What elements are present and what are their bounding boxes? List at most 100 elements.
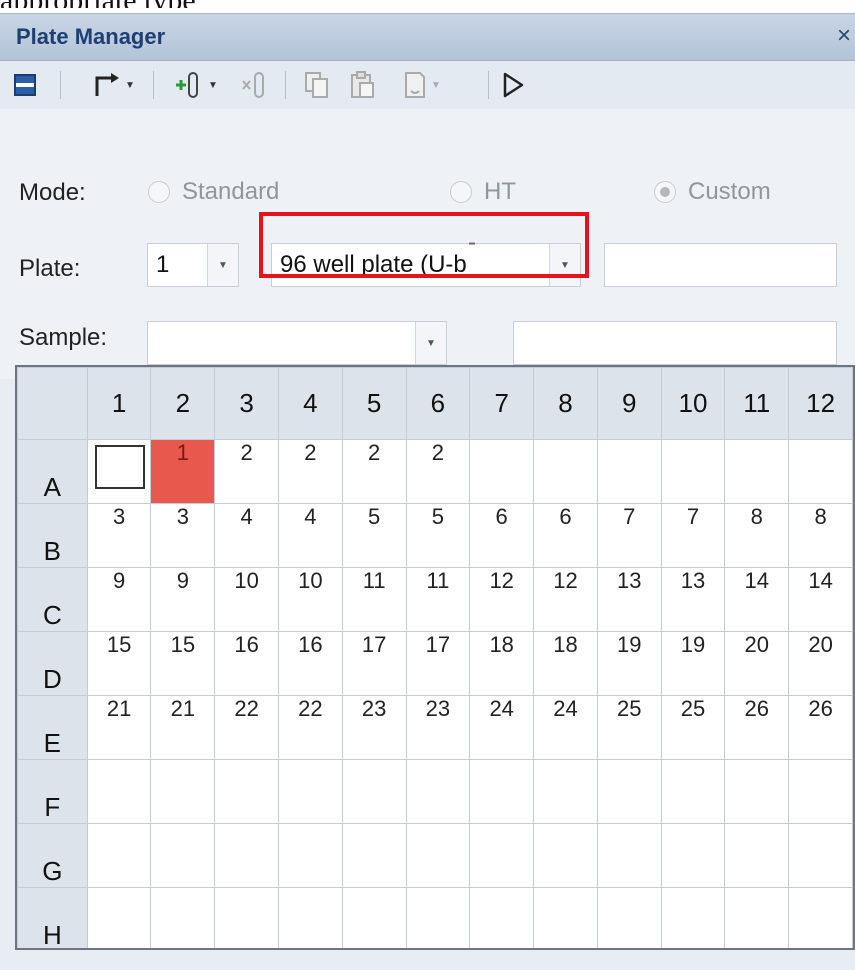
mode-ht-radio[interactable]: HT: [450, 178, 516, 206]
well-f2[interactable]: [150, 759, 216, 824]
row-header-h[interactable]: H: [17, 887, 88, 948]
row-header-a[interactable]: A: [17, 439, 88, 504]
chevron-down-icon[interactable]: ▼: [125, 80, 135, 91]
well-d6[interactable]: 17: [405, 631, 471, 696]
well-g11[interactable]: [724, 823, 790, 888]
well-h6[interactable]: [405, 887, 471, 948]
well-c10[interactable]: 13: [660, 567, 726, 632]
well-d3[interactable]: 16: [214, 631, 279, 696]
well-h3[interactable]: [214, 887, 279, 948]
well-g10[interactable]: [660, 823, 726, 888]
well-a5[interactable]: 2: [341, 439, 407, 504]
well-c1[interactable]: 9: [86, 567, 152, 632]
well-d12[interactable]: 20: [788, 631, 853, 696]
radio-circle[interactable]: [148, 181, 170, 203]
well-d8[interactable]: 18: [533, 631, 598, 696]
add-sample-icon[interactable]: ▼: [164, 69, 228, 101]
row-header-g[interactable]: G: [17, 823, 88, 888]
well-a10[interactable]: [660, 439, 726, 504]
well-d2[interactable]: 15: [150, 631, 216, 696]
well-d7[interactable]: 18: [469, 631, 535, 696]
well-g8[interactable]: [533, 823, 598, 888]
well-d1[interactable]: 15: [86, 631, 152, 696]
copy-icon[interactable]: [300, 69, 334, 101]
well-a9[interactable]: [596, 439, 662, 504]
corner-cell[interactable]: [17, 367, 88, 440]
radio-circle[interactable]: [654, 181, 676, 203]
well-b6[interactable]: 5: [405, 503, 471, 568]
well-g4[interactable]: [278, 823, 343, 888]
well-g12[interactable]: [788, 823, 853, 888]
row-header-b[interactable]: B: [17, 503, 88, 568]
plate-layout-icon[interactable]: [10, 69, 40, 101]
well-g7[interactable]: [469, 823, 535, 888]
well-e7[interactable]: 24: [469, 695, 535, 760]
mode-custom-radio[interactable]: Custom: [654, 178, 771, 206]
well-b11[interactable]: 8: [724, 503, 790, 568]
well-e5[interactable]: 23: [341, 695, 407, 760]
well-f9[interactable]: [596, 759, 662, 824]
well-h10[interactable]: [660, 887, 726, 948]
well-e10[interactable]: 25: [660, 695, 726, 760]
export-arrow-icon[interactable]: ▼: [84, 69, 144, 101]
column-header-9[interactable]: 9: [596, 367, 662, 440]
well-a6[interactable]: 2: [405, 439, 471, 504]
well-e9[interactable]: 25: [596, 695, 662, 760]
column-header-7[interactable]: 7: [469, 367, 535, 440]
chevron-down-icon[interactable]: ▼: [431, 80, 441, 91]
well-e4[interactable]: 22: [278, 695, 343, 760]
well-b1[interactable]: 3: [86, 503, 152, 568]
well-a4[interactable]: 2: [278, 439, 343, 504]
well-b5[interactable]: 5: [341, 503, 407, 568]
well-h1[interactable]: [86, 887, 152, 948]
column-header-2[interactable]: 2: [150, 367, 216, 440]
well-e12[interactable]: 26: [788, 695, 853, 760]
column-header-11[interactable]: 11: [724, 367, 790, 440]
column-header-4[interactable]: 4: [278, 367, 343, 440]
well-e2[interactable]: 21: [150, 695, 216, 760]
dropdown-button[interactable]: ▼: [207, 244, 238, 286]
mode-standard-radio[interactable]: Standard: [148, 178, 279, 206]
column-header-5[interactable]: 5: [341, 367, 407, 440]
row-header-e[interactable]: E: [17, 695, 88, 760]
well-b4[interactable]: 4: [278, 503, 343, 568]
paste-icon[interactable]: [346, 69, 380, 101]
well-d11[interactable]: 20: [724, 631, 790, 696]
well-b3[interactable]: 4: [214, 503, 279, 568]
well-f7[interactable]: [469, 759, 535, 824]
well-h2[interactable]: [150, 887, 216, 948]
column-header-6[interactable]: 6: [405, 367, 471, 440]
well-d10[interactable]: 19: [660, 631, 726, 696]
well-h11[interactable]: [724, 887, 790, 948]
well-f3[interactable]: [214, 759, 279, 824]
column-header-12[interactable]: 12: [788, 367, 853, 440]
well-e8[interactable]: 24: [533, 695, 598, 760]
well-b9[interactable]: 7: [596, 503, 662, 568]
plate-number-select[interactable]: 1 ▼: [147, 243, 239, 287]
well-g2[interactable]: [150, 823, 216, 888]
well-d9[interactable]: 19: [596, 631, 662, 696]
well-g6[interactable]: [405, 823, 471, 888]
well-f6[interactable]: [405, 759, 471, 824]
well-d4[interactable]: 16: [278, 631, 343, 696]
well-a2[interactable]: 1: [150, 439, 216, 504]
well-f4[interactable]: [278, 759, 343, 824]
well-f10[interactable]: [660, 759, 726, 824]
clear-icon[interactable]: ▼: [392, 69, 452, 101]
well-h8[interactable]: [533, 887, 598, 948]
chevron-down-icon[interactable]: ▼: [208, 80, 218, 91]
well-c12[interactable]: 14: [788, 567, 853, 632]
well-g1[interactable]: [86, 823, 152, 888]
remove-sample-icon[interactable]: [238, 69, 272, 101]
well-e3[interactable]: 22: [214, 695, 279, 760]
well-a7[interactable]: [469, 439, 535, 504]
row-header-d[interactable]: D: [17, 631, 88, 696]
well-c3[interactable]: 10: [214, 567, 279, 632]
row-header-f[interactable]: F: [17, 759, 88, 824]
well-h12[interactable]: [788, 887, 853, 948]
well-a3[interactable]: 2: [214, 439, 279, 504]
well-g5[interactable]: [341, 823, 407, 888]
dropdown-button[interactable]: ▼: [415, 322, 446, 364]
well-c5[interactable]: 11: [341, 567, 407, 632]
well-e6[interactable]: 23: [405, 695, 471, 760]
